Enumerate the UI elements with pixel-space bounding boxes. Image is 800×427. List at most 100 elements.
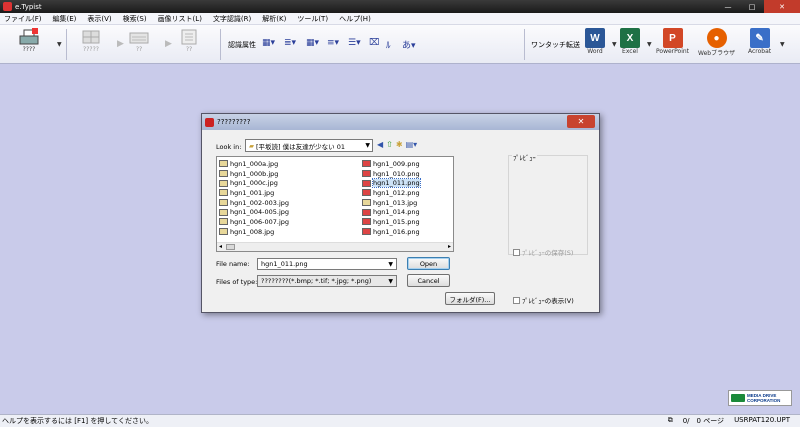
file-name: hgn1_010.png: [373, 169, 420, 178]
close-button[interactable]: ✕: [764, 0, 800, 13]
jpg-file-icon: [219, 218, 228, 226]
scroll-right-icon[interactable]: ▸: [448, 243, 451, 250]
open-button[interactable]: Open: [407, 257, 450, 270]
chevron-down-icon[interactable]: ▼: [612, 41, 617, 48]
menu-analysis[interactable]: 解析(K): [262, 14, 286, 24]
cancel-button[interactable]: Cancel: [407, 274, 450, 287]
file-item[interactable]: hgn1_000a.jpg: [219, 159, 289, 169]
excel-icon: X: [620, 28, 640, 48]
status-bar: ヘルプを表示するには [F1] を押してください。 ⧉ 0/ 0 ページ USR…: [0, 414, 800, 427]
file-name: hgn1_000a.jpg: [230, 159, 279, 168]
file-item[interactable]: hgn1_000b.jpg: [219, 169, 289, 179]
scrollbar-thumb[interactable]: [226, 244, 235, 250]
frame-icon[interactable]: ⌧: [369, 38, 379, 48]
recognize-button[interactable]: ?????: [80, 28, 102, 53]
file-item[interactable]: hgn1_002-003.jpg: [219, 198, 289, 208]
toolbar-separator: [66, 29, 67, 60]
web-browser-button[interactable]: ● Webブラウザ: [698, 28, 735, 57]
chevron-down-icon[interactable]: ▼: [780, 41, 785, 48]
file-item[interactable]: hgn1_012.png: [362, 188, 420, 198]
view-menu-icon[interactable]: ▤▾: [406, 140, 418, 149]
menu-recognition[interactable]: 文字認識(R): [213, 14, 251, 24]
png-file-icon: [362, 218, 371, 226]
firefox-icon: ●: [706, 28, 727, 48]
word-button[interactable]: W Word: [585, 28, 605, 55]
file-item[interactable]: hgn1_006-007.jpg: [219, 217, 289, 227]
logo-line-2: CORPORATION: [747, 398, 781, 403]
file-item[interactable]: hgn1_013.jpg: [362, 198, 420, 208]
file-name: hgn1_000c.jpg: [230, 179, 278, 188]
paragraph-icon[interactable]: ≡▾: [327, 38, 339, 48]
dialog-title-bar: ?????????: [202, 114, 599, 130]
file-item[interactable]: hgn1_010.png: [362, 169, 420, 179]
acrobat-button[interactable]: ✎ Acrobat: [748, 28, 771, 55]
file-name: hgn1_004-005.jpg: [230, 208, 290, 217]
menu-tools[interactable]: ツール(T): [297, 14, 328, 24]
logo-text: MEDIA DRIVE CORPORATION: [747, 393, 780, 403]
menu-edit[interactable]: 編集(E): [53, 14, 77, 24]
file-name: hgn1_012.png: [373, 188, 420, 197]
file-item[interactable]: hgn1_015.png: [362, 217, 420, 227]
excel-label: Excel: [622, 48, 638, 55]
look-in-label: Look in:: [216, 143, 242, 151]
file-name: hgn1_015.png: [373, 217, 420, 226]
up-folder-icon[interactable]: ⇧: [386, 140, 393, 149]
file-item[interactable]: hgn1_008.jpg: [219, 227, 289, 237]
window-title: e.Typist: [15, 2, 42, 11]
png-file-icon: [362, 228, 371, 236]
file-item[interactable]: hgn1_016.png: [362, 227, 420, 237]
document-button-label: ??: [185, 46, 193, 53]
file-item[interactable]: hgn1_014.png: [362, 207, 420, 217]
powerpoint-button[interactable]: P PowerPoint: [656, 28, 689, 55]
back-icon[interactable]: ◀: [377, 140, 383, 149]
file-item[interactable]: hgn1_011.png: [362, 178, 421, 189]
file-item[interactable]: hgn1_009.png: [362, 159, 420, 169]
jpg-file-icon: [219, 228, 228, 236]
menu-help[interactable]: ヘルプ(H): [339, 14, 371, 24]
font-icon[interactable]: あ▾: [402, 38, 416, 51]
file-item[interactable]: hgn1_001.jpg: [219, 188, 289, 198]
new-folder-icon[interactable]: ✱: [396, 140, 403, 149]
checkbox-box: [513, 296, 520, 304]
png-file-icon: [362, 189, 371, 197]
text-color-icon[interactable]: ≣▾: [284, 38, 296, 48]
scan-button[interactable]: ????: [18, 28, 40, 53]
menu-file[interactable]: ファイル(F): [4, 14, 42, 24]
document-button[interactable]: ??: [178, 28, 200, 53]
save-preview-checkbox[interactable]: ﾌﾟﾚﾋﾞｭｰの保存(S): [513, 247, 573, 257]
chevron-down-icon[interactable]: ▼: [57, 41, 62, 48]
maximize-button[interactable]: □: [740, 0, 764, 13]
file-type-select[interactable]: ????????(*.bmp; *.tif; *.jpg; *.png) ▼: [257, 275, 397, 287]
keyboard-button[interactable]: ??: [128, 28, 150, 53]
align-icon[interactable]: ☰▾: [348, 38, 361, 48]
acrobat-icon: ✎: [749, 28, 770, 48]
file-type-value: ????????(*.bmp; *.tif; *.jpg; *.png): [261, 277, 372, 285]
show-preview-checkbox[interactable]: ﾌﾟﾚﾋﾞｭｰの表示(V): [513, 295, 574, 305]
dialog-close-button[interactable]: ✕: [567, 115, 595, 128]
file-name: hgn1_009.png: [373, 159, 420, 168]
table-icon[interactable]: ▦▾: [262, 38, 275, 48]
chevron-down-icon[interactable]: ▼: [647, 41, 652, 48]
ruby-icon[interactable]: ﾙ: [386, 38, 391, 51]
powerpoint-icon: P: [662, 28, 683, 48]
jpg-file-icon: [219, 160, 228, 168]
layout-icon[interactable]: ▦▾: [306, 38, 319, 48]
menu-image-list[interactable]: 画像リスト(L): [158, 14, 202, 24]
scroll-left-icon[interactable]: ◂: [219, 243, 222, 250]
file-list[interactable]: hgn1_000a.jpg hgn1_000b.jpg hgn1_000c.jpg h…: [216, 156, 454, 252]
menu-search[interactable]: 検索(S): [123, 14, 147, 24]
file-type-label: Files of type:: [216, 278, 258, 286]
jpg-file-icon: [219, 199, 228, 207]
file-name: hgn1_008.jpg: [230, 227, 275, 236]
horizontal-scrollbar[interactable]: ◂ ▸: [217, 242, 453, 251]
folder-button[interactable]: フォルダ(F)...: [445, 292, 495, 305]
file-item[interactable]: hgn1_000c.jpg: [219, 178, 289, 188]
minimize-button[interactable]: —: [716, 0, 740, 13]
file-name-input[interactable]: hgn1_011.png ▼: [257, 258, 397, 270]
look-in-dropdown[interactable]: ▰ [平坂読] 僕は友達が少ない 01 ▼: [245, 139, 373, 152]
menu-view[interactable]: 表示(V): [87, 14, 111, 24]
file-item[interactable]: hgn1_004-005.jpg: [219, 207, 289, 217]
status-help-text: ヘルプを表示するには [F1] を押してください。: [2, 417, 153, 425]
excel-button[interactable]: X Excel: [620, 28, 640, 55]
window-controls: — □ ✕: [716, 0, 800, 13]
